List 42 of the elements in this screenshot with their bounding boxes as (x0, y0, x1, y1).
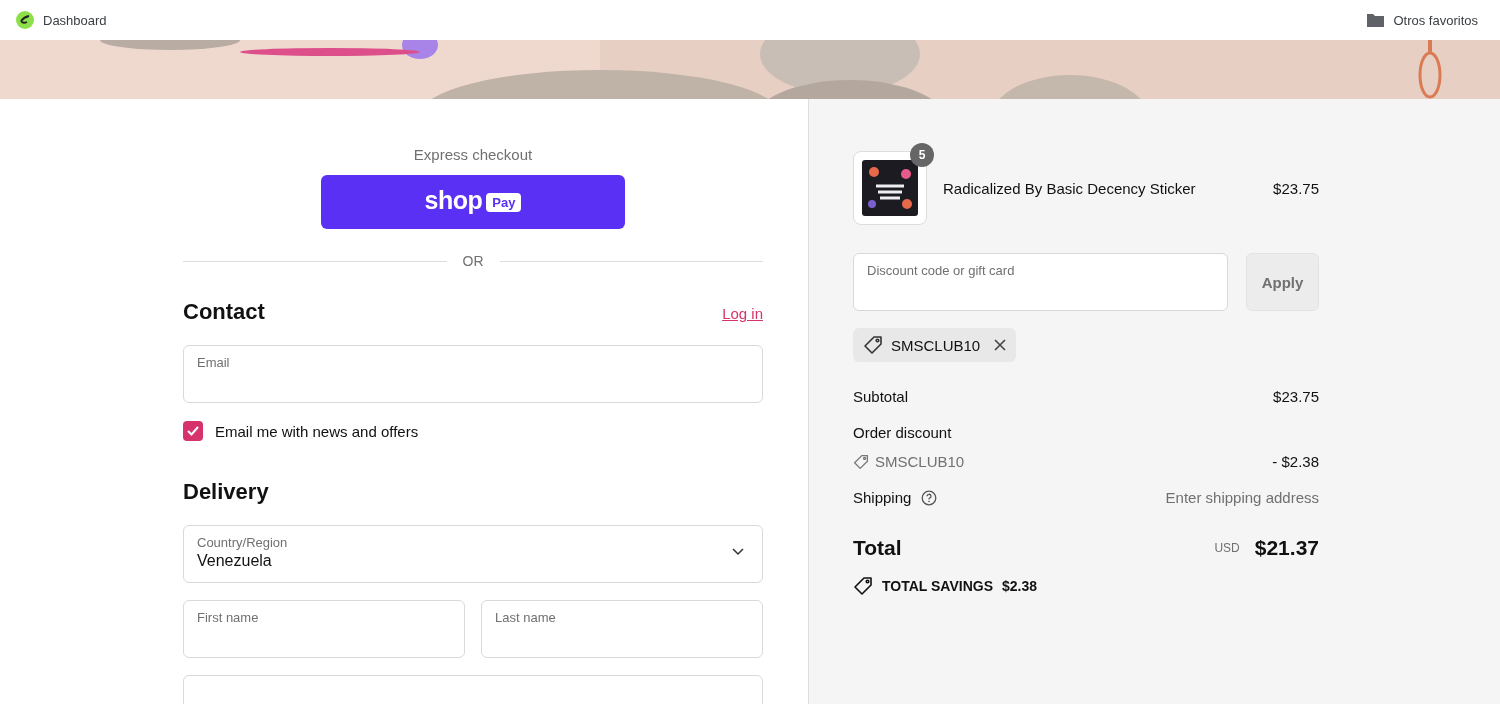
bookmark[interactable]: Dashboard (16, 11, 107, 29)
section-heading: Contact (183, 299, 265, 325)
quantity-badge: 5 (910, 143, 934, 167)
bookmark-folder[interactable]: Otros favoritos (1367, 12, 1478, 28)
close-icon[interactable] (994, 339, 1007, 351)
currency-code: USD (1214, 541, 1240, 555)
product-price: $23.75 (1273, 179, 1319, 197)
checkbox-label: Email me with news and offers (215, 422, 419, 440)
checkbox[interactable] (183, 421, 203, 441)
sticker-drawing (862, 160, 918, 216)
summary-value: $23.75 (1273, 388, 1319, 405)
tag-icon (853, 453, 869, 470)
discount-code: SMSCLUB10 (875, 453, 965, 470)
help-icon[interactable] (921, 489, 938, 506)
check-icon (187, 426, 199, 436)
tags-icon (853, 576, 873, 596)
folder-icon (1367, 13, 1385, 27)
section-heading: Delivery (183, 479, 269, 505)
text-field[interactable]: First name (183, 600, 465, 658)
login-link[interactable]: Log in (722, 305, 763, 322)
total-value: $21.37 (1254, 536, 1319, 560)
discount-chip: SMSCLUB10 (853, 328, 1017, 362)
divider-label: OR (462, 253, 484, 269)
summary-label: Order discount (853, 424, 952, 441)
text-field[interactable]: Last name (481, 600, 763, 658)
summary-label: Subtotal (853, 388, 909, 405)
product-name: Radicalized By Basic Decency Sticker (943, 179, 1197, 197)
savings-label: TOTAL SAVINGS (882, 578, 993, 594)
apply-button[interactable]: Apply (1246, 253, 1319, 311)
tag-icon (863, 335, 883, 355)
summary-value: Enter shipping address (1165, 489, 1319, 506)
shop-pay-button[interactable]: shop Pay (321, 175, 625, 229)
summary-value: - $2.38 (1272, 453, 1319, 470)
section-heading: Express checkout (412, 146, 534, 163)
country-select[interactable]: Country/Region Venezuela (183, 525, 763, 583)
total-label: Total (853, 536, 902, 560)
savings-value: $2.38 (1002, 578, 1038, 594)
chevron-icon (732, 548, 744, 556)
summary-label: Shipping (853, 489, 912, 506)
logo-icon (16, 11, 34, 29)
email-field[interactable]: Email (183, 345, 763, 403)
discount-field[interactable]: Discount code or gift card (853, 253, 1228, 311)
